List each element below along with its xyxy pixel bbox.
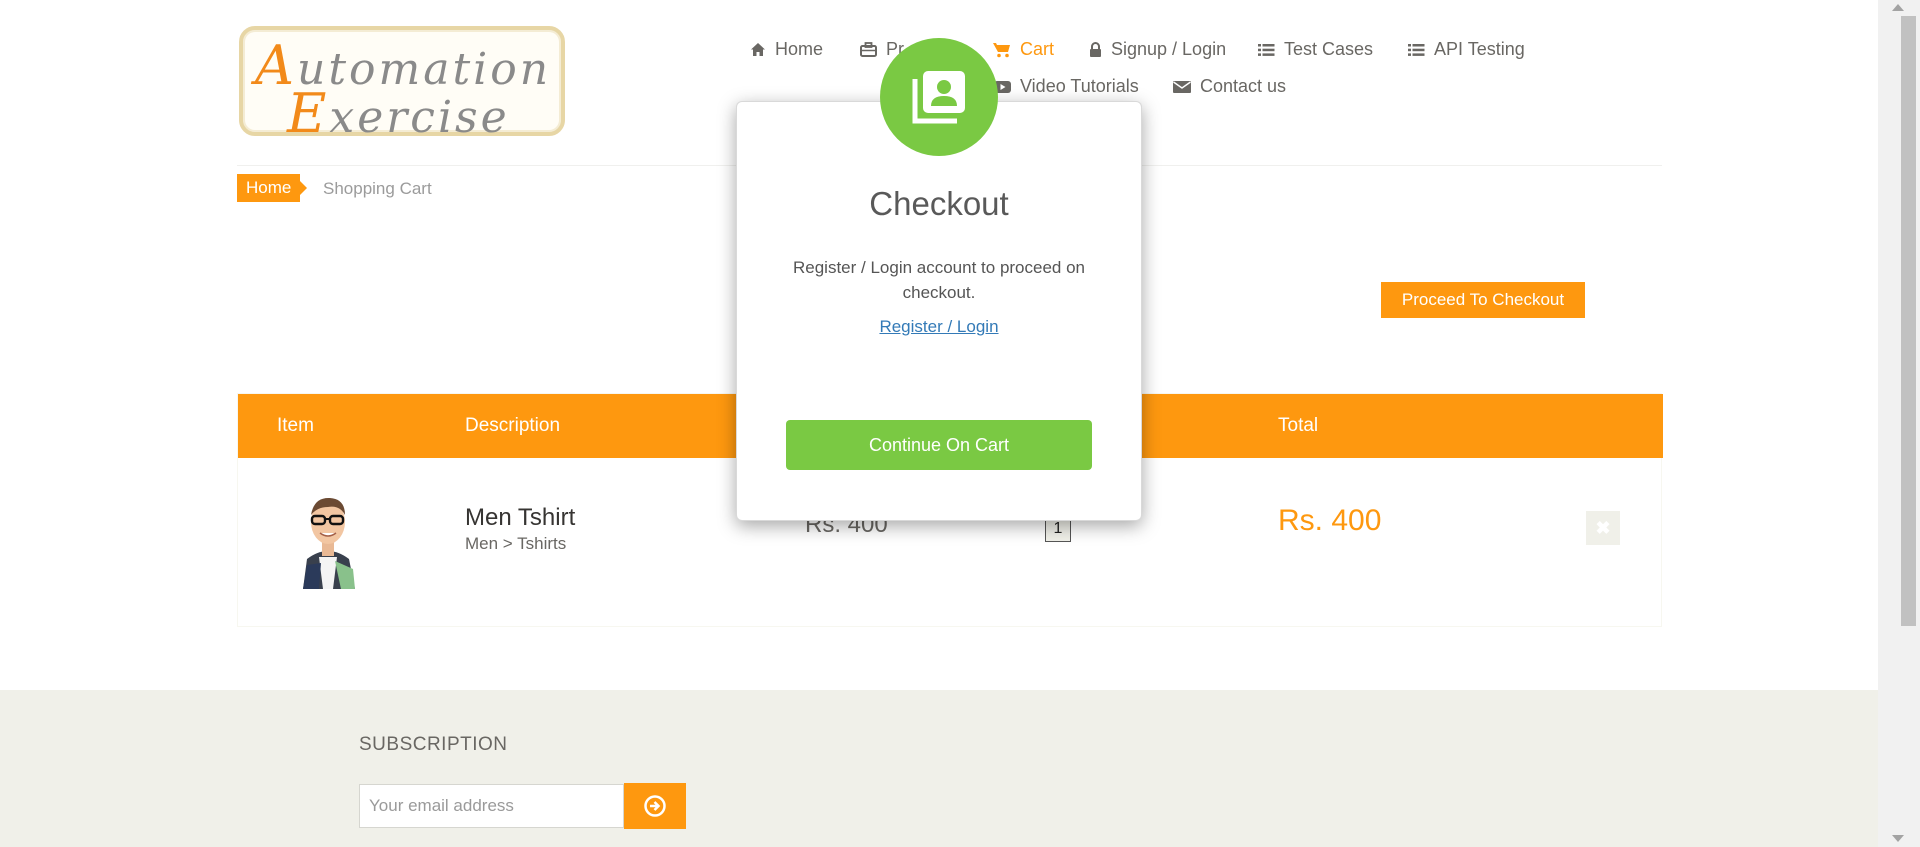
logo-line-2: Exercise — [287, 82, 510, 145]
modal-message: Register / Login account to proceed on c… — [792, 258, 1086, 302]
header-item: Item — [277, 415, 314, 436]
nav-home[interactable]: Home — [750, 39, 823, 60]
breadcrumb-home[interactable]: Home — [237, 174, 308, 202]
briefcase-icon — [860, 42, 877, 57]
scroll-down-arrow-icon[interactable] — [1892, 835, 1904, 842]
nav-cart[interactable]: Cart — [993, 39, 1054, 60]
delete-item-button[interactable]: ✖ — [1586, 511, 1620, 545]
home-icon — [751, 43, 765, 56]
footer: SUBSCRIPTION — [0, 690, 1878, 847]
nav-test-cases-label: Test Cases — [1284, 39, 1374, 59]
nav-contact-us-label: Contact us — [1200, 76, 1287, 96]
scroll-up-arrow-icon[interactable] — [1892, 4, 1904, 11]
subscribe-button[interactable] — [624, 783, 686, 829]
lock-icon — [1090, 41, 1101, 57]
subscribe-email-input[interactable] — [359, 784, 624, 828]
nav-contact-us[interactable]: Contact us — [1173, 76, 1286, 97]
vertical-scrollbar[interactable] — [1878, 0, 1920, 847]
modal-title: Checkout — [869, 185, 1009, 222]
register-login-link[interactable]: Register / Login — [737, 317, 1141, 337]
nav-cart-label: Cart — [1020, 39, 1055, 59]
envelope-icon — [1173, 80, 1191, 93]
subscription-title: SUBSCRIPTION — [359, 734, 508, 755]
close-icon: ✖ — [1595, 518, 1611, 538]
nav-signup-login-label: Signup / Login — [1111, 39, 1227, 59]
breadcrumb-current: Shopping Cart — [323, 179, 432, 198]
nav-test-cases[interactable]: Test Cases — [1258, 39, 1373, 60]
nav-video-tutorials[interactable]: Video Tutorials — [994, 76, 1139, 97]
product-name[interactable]: Men Tshirt — [465, 504, 575, 532]
list-icon — [1408, 43, 1425, 56]
scrollbar-thumb[interactable] — [1901, 16, 1916, 626]
header-total: Total — [1278, 415, 1319, 436]
contacts-book-icon — [880, 38, 998, 156]
arrow-circle-right-icon — [644, 795, 666, 817]
nav-api-testing-label: API Testing — [1434, 39, 1525, 59]
cart-icon — [993, 42, 1010, 57]
header-description: Description — [465, 415, 561, 436]
product-total: Rs. 400 — [1278, 504, 1382, 537]
continue-on-cart-button[interactable]: Continue On Cart — [786, 420, 1092, 470]
checkout-modal: Checkout Register / Login account to pro… — [736, 101, 1142, 521]
product-image[interactable] — [297, 485, 359, 589]
nav-video-tutorials-label: Video Tutorials — [1020, 76, 1139, 96]
nav-signup-login[interactable]: Signup / Login — [1089, 39, 1226, 60]
site-logo[interactable]: Automation Exercise — [239, 26, 565, 145]
nav-home-label: Home — [775, 39, 824, 59]
proceed-to-checkout-button[interactable]: Proceed To Checkout — [1381, 282, 1585, 318]
product-category: Men > Tshirts — [465, 534, 567, 553]
list-icon — [1258, 43, 1275, 56]
nav-api-testing[interactable]: API Testing — [1408, 39, 1525, 60]
